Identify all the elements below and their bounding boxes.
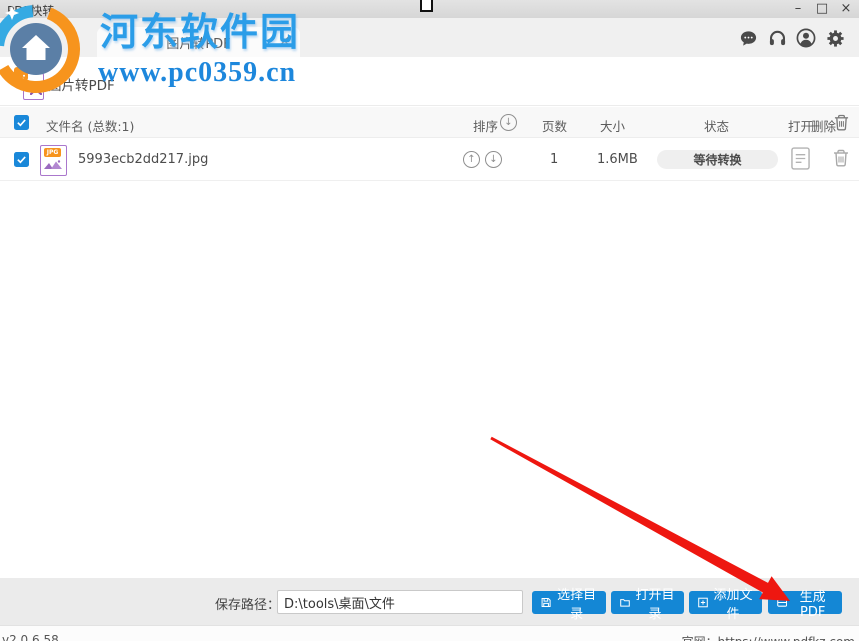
row-checkbox[interactable]	[14, 152, 29, 167]
version-label: v2.0.6.58	[2, 633, 59, 641]
app-window: PDF快转 – □ × 图片转PDF × 图片转PDF 文件名 (总数:1) 排…	[0, 0, 859, 641]
file-pages: 1	[550, 152, 559, 167]
cursor-artifact	[420, 0, 433, 12]
main-content: 图片转PDF 文件名 (总数:1) 排序 ↓ 页数 大小 状态 打开 删除 JP…	[0, 57, 859, 578]
window-title: PDF快转	[7, 4, 55, 18]
open-directory-button[interactable]: 打开目录	[611, 588, 684, 622]
save-path-label: 保存路径：	[215, 598, 281, 613]
save-path-input[interactable]	[277, 590, 523, 614]
tab-label: 图片转PDF	[166, 36, 231, 52]
column-delete: 删除	[811, 119, 837, 134]
add-files-button[interactable]: 添加文件	[689, 588, 762, 622]
status-badge: 等待转换	[657, 150, 778, 169]
table-row[interactable]: JPG 5993ecb2dd217.jpg ↑ ↓ 1 1.6MB 等待转换	[0, 139, 859, 181]
column-status: 状态	[704, 119, 730, 134]
column-pages: 页数	[542, 119, 568, 134]
file-name: 5993ecb2dd217.jpg	[78, 152, 209, 167]
sort-direction-icon[interactable]: ↓	[500, 114, 517, 131]
column-filename: 文件名 (总数:1)	[46, 119, 135, 134]
minimize-button[interactable]: –	[791, 0, 805, 18]
page-title: 图片转PDF	[48, 78, 115, 94]
bottom-toolbar: 保存路径： 选择目录 打开目录 添加文件 生成PDF	[0, 578, 859, 625]
plus-square-icon	[698, 597, 708, 608]
delete-all-icon[interactable]	[834, 114, 849, 134]
settings-icon[interactable]	[825, 28, 845, 48]
image-to-pdf-icon	[14, 67, 44, 100]
folder-icon	[620, 599, 630, 607]
chat-icon[interactable]	[738, 28, 758, 48]
maximize-button[interactable]: □	[815, 0, 829, 18]
file-table-header: 文件名 (总数:1) 排序 ↓ 页数 大小 状态 打开 删除	[0, 107, 859, 138]
tab-bar: 图片转PDF ×	[0, 18, 859, 57]
user-icon[interactable]	[796, 28, 816, 48]
status-bar: v2.0.6.58 官网：https://www.pdfkz.com	[0, 625, 859, 641]
section-header: 图片转PDF	[0, 57, 859, 106]
open-file-icon[interactable]	[791, 147, 810, 174]
move-down-icon[interactable]: ↓	[485, 151, 502, 168]
tab-close-icon[interactable]: ×	[279, 34, 290, 49]
export-icon	[777, 598, 788, 607]
file-size: 1.6MB	[597, 152, 638, 167]
website-label: 官网：https://www.pdfkz.com	[682, 633, 855, 641]
jpg-label: JPG	[44, 148, 61, 157]
move-up-icon[interactable]: ↑	[463, 151, 480, 168]
generate-pdf-button[interactable]: 生成PDF	[768, 590, 842, 620]
headset-icon[interactable]	[767, 28, 787, 48]
delete-file-icon[interactable]	[833, 149, 849, 171]
column-sort: 排序	[473, 119, 499, 134]
column-size: 大小	[600, 119, 626, 134]
select-all-checkbox[interactable]	[14, 115, 29, 130]
choose-directory-button[interactable]: 选择目录	[532, 588, 606, 622]
close-button[interactable]: ×	[839, 0, 853, 18]
jpg-file-icon: JPG	[40, 145, 67, 176]
column-open: 打开	[788, 119, 814, 134]
save-icon	[541, 597, 551, 608]
tab-image-to-pdf[interactable]: 图片转PDF ×	[97, 27, 300, 57]
